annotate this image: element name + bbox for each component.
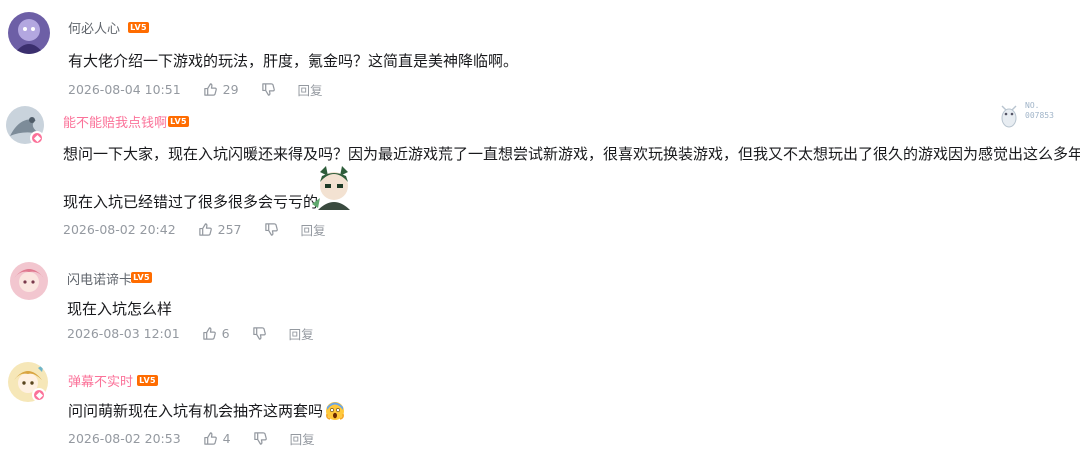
comment-text-line: 想问一下大家，现在入坑闪暖还来得及吗？因为最近游戏荒了一直想尝试新游戏，很喜欢玩… <box>63 145 1080 163</box>
comment-text-line: 现在入坑已经错过了很多很多会亏亏的 <box>63 193 319 211</box>
like-button[interactable]: 29 <box>203 82 239 97</box>
dislike-button[interactable] <box>261 82 276 97</box>
reply-button[interactable]: 回复 <box>298 80 323 99</box>
like-count: 29 <box>222 82 239 97</box>
username[interactable]: 能不能赔我点钱啊 <box>63 112 167 131</box>
thumbs-down-icon <box>252 326 267 341</box>
reply-button[interactable]: 回复 <box>301 220 326 239</box>
thumbs-up-icon <box>203 431 218 446</box>
like-button[interactable]: 6 <box>202 326 230 341</box>
dislike-button[interactable] <box>252 326 267 341</box>
username[interactable]: 闪电诺谛卡 <box>67 269 132 288</box>
dislike-button[interactable] <box>253 431 268 446</box>
thumbs-down-icon <box>264 222 279 237</box>
comment-meta: 2026-08-02 20:42 257 回复 <box>63 220 326 239</box>
avatar[interactable] <box>8 12 50 54</box>
fan-badge-number: NO. 007853 <box>1025 101 1054 120</box>
sticker-emote <box>310 164 358 212</box>
comment-meta: 2026-08-03 12:01 6 回复 <box>67 324 314 343</box>
like-button[interactable]: 4 <box>203 431 231 446</box>
level-badge: LV5 <box>128 22 149 33</box>
comment-text-body: 问问萌新现在入坑有机会抽齐这两套吗 <box>68 402 324 420</box>
fan-badge-icon <box>1001 105 1017 128</box>
like-button[interactable]: 257 <box>198 222 242 237</box>
level-badge: LV5 <box>137 375 158 386</box>
comment-text: 有大佬介绍一下游戏的玩法，肝度，氪金吗？这简直是美神降临啊。 <box>68 52 519 70</box>
vip-badge-icon <box>32 388 46 402</box>
dislike-button[interactable] <box>264 222 279 237</box>
thumbs-up-icon <box>203 82 218 97</box>
like-count: 257 <box>217 222 242 237</box>
avatar[interactable] <box>10 262 48 300</box>
like-count: 4 <box>222 431 231 446</box>
like-count: 6 <box>221 326 230 341</box>
comment-time: 2026-08-03 12:01 <box>67 326 180 341</box>
comment-meta: 2026-08-02 20:53 4 回复 <box>68 429 315 448</box>
thumbs-up-icon <box>202 326 217 341</box>
comment-time: 2026-08-02 20:53 <box>68 431 181 446</box>
thumbs-down-icon <box>261 82 276 97</box>
comment-time: 2026-08-02 20:42 <box>63 222 176 237</box>
thumbs-down-icon <box>253 431 268 446</box>
face-screaming-emoji <box>325 401 345 421</box>
reply-button[interactable]: 回复 <box>289 324 314 343</box>
level-badge: LV5 <box>131 272 152 283</box>
thumbs-up-icon <box>198 222 213 237</box>
comment-meta: 2026-08-04 10:51 29 回复 <box>68 80 323 99</box>
username[interactable]: 弹幕不实时 <box>68 371 133 390</box>
level-badge: LV5 <box>168 116 189 127</box>
vip-badge-icon <box>30 131 44 145</box>
comment-text: 现在入坑怎么样 <box>67 300 173 318</box>
comment-text: 问问萌新现在入坑有机会抽齐这两套吗 <box>68 400 345 421</box>
username[interactable]: 何必人心 <box>68 18 120 37</box>
comment-time: 2026-08-04 10:51 <box>68 82 181 97</box>
reply-button[interactable]: 回复 <box>290 429 315 448</box>
